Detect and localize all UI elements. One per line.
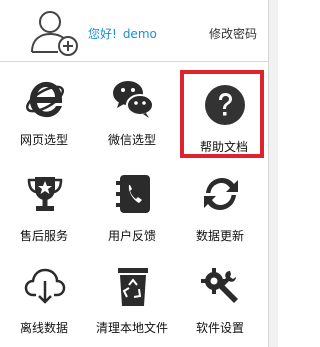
username-label: demo	[122, 27, 157, 41]
tile-label: 售后服务	[19, 229, 68, 243]
refresh-arrows-icon	[204, 178, 238, 210]
tile-help-docs[interactable]: 帮助文档	[180, 70, 264, 158]
tile-label: 帮助文档	[199, 140, 248, 154]
ie-browser-icon	[25, 81, 65, 118]
right-scroll-rail[interactable]	[268, 0, 278, 347]
tile-label: 清理本地文件	[95, 321, 168, 335]
tile-wechat-selection[interactable]: 微信选型	[88, 63, 176, 153]
tile-data-update[interactable]: 数据更新	[176, 159, 264, 249]
tile-clean-local-files[interactable]: 清理本地文件	[88, 251, 176, 341]
user-avatar-icon[interactable]	[30, 8, 82, 56]
greeting-label: 您好!	[88, 27, 117, 41]
tile-label: 用户反馈	[107, 229, 156, 243]
tile-web-selection[interactable]: 网页选型	[0, 63, 88, 153]
greeting-text: 您好! demo	[88, 25, 157, 42]
settings-gear-wrench-icon	[201, 268, 238, 303]
trash-recycle-icon	[118, 268, 148, 306]
tile-label: 离线数据	[19, 321, 68, 335]
change-password-link[interactable]: 修改密码	[209, 25, 257, 42]
tile-after-sales[interactable]: 售后服务	[0, 159, 88, 249]
main-panel: 您好! demo 修改密码 网页选型 微信选型 帮助文档 售后服务 用户反馈 数…	[0, 0, 278, 347]
tile-label: 微信选型	[107, 133, 156, 147]
phone-book-icon	[116, 175, 150, 213]
user-header: 您好! demo 修改密码	[0, 0, 268, 62]
trophy-star-icon	[27, 177, 63, 211]
help-question-icon	[205, 85, 245, 125]
wechat-icon	[113, 81, 154, 118]
tile-software-settings[interactable]: 软件设置	[176, 251, 264, 341]
tile-label: 网页选型	[19, 133, 68, 147]
tile-user-feedback[interactable]: 用户反馈	[88, 159, 176, 249]
tile-label: 数据更新	[195, 229, 244, 243]
cloud-download-icon	[24, 268, 66, 304]
tile-offline-data[interactable]: 离线数据	[0, 251, 88, 341]
tile-label: 软件设置	[195, 321, 244, 335]
